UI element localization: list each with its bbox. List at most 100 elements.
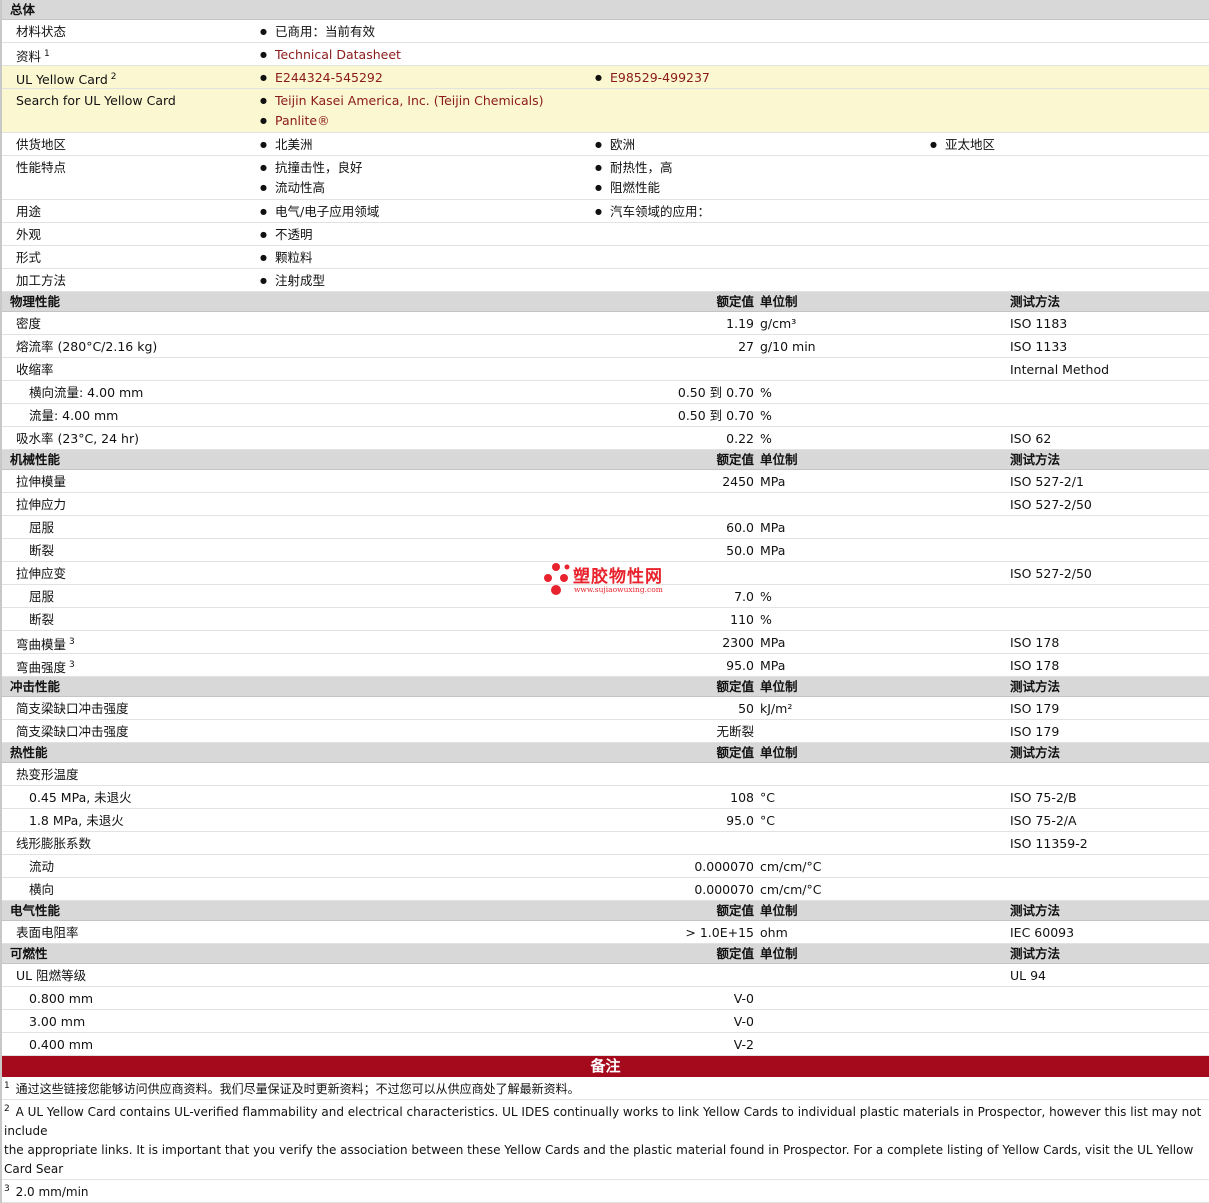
value-col-header: 额定值 <box>716 679 754 694</box>
property-label: 横向流量: 4.00 mm <box>29 385 144 400</box>
property-row: 简支梁缺口冲击强度 50 kJ/m² ISO 179 <box>2 697 1209 720</box>
section-title: 热性能 <box>10 745 48 760</box>
property-label: 收缩率 <box>16 362 54 377</box>
property-row: 0.400 mm V-2 <box>2 1033 1209 1056</box>
property-label: 流动 <box>29 859 55 874</box>
property-label: 1.8 MPa, 未退火 <box>29 813 124 828</box>
property-unit: cm/cm/°C <box>760 859 822 874</box>
technical-datasheet-link[interactable]: Technical Datasheet <box>275 47 401 62</box>
property-label: 线形膨胀系数 <box>16 836 92 851</box>
row-label: 供货地区 <box>16 137 67 152</box>
row-label: 性能特点 <box>16 160 67 175</box>
logo-dots-icon <box>544 563 570 595</box>
method-col-header: 测试方法 <box>1010 903 1061 918</box>
property-unit: % <box>760 385 772 400</box>
property-value: 95.0 <box>726 813 754 828</box>
row-form: 形式 颗粒料 <box>2 246 1209 269</box>
property-unit: ohm <box>760 925 788 940</box>
note-1: 1 通过这些链接您能够访问供应商资料。我们尽量保证及时更新资料；不过您可以从供应… <box>2 1077 1209 1100</box>
property-row: 熔流率 (280°C/2.16 kg) 27 g/10 min ISO 1133 <box>2 335 1209 358</box>
brand-link[interactable]: Panlite® <box>275 113 330 128</box>
property-value: > 1.0E+15 <box>685 925 754 940</box>
property-label: 熔流率 (280°C/2.16 kg) <box>16 339 158 354</box>
method-col-header: 测试方法 <box>1010 294 1061 309</box>
row-processing: 加工方法 注射成型 <box>2 269 1209 292</box>
method-col-header: 测试方法 <box>1010 946 1061 961</box>
unit-col-header: 单位制 <box>760 745 798 760</box>
property-unit: g/cm³ <box>760 316 797 331</box>
property-unit: °C <box>760 813 775 828</box>
unit-col-header: 单位制 <box>760 903 798 918</box>
property-value: 0.000070 <box>694 859 754 874</box>
row-label: 形式 <box>16 250 42 265</box>
method-col-header: 测试方法 <box>1010 745 1061 760</box>
test-method: ISO 527-2/1 <box>1010 474 1084 489</box>
watermark-logo: 塑胶物性网 www.sujiaowuxing.com <box>543 562 683 598</box>
property-label: UL 阻燃等级 <box>16 968 87 983</box>
property-row: 收缩率 Internal Method <box>2 358 1209 381</box>
row-value: 汽车领域的应用： <box>595 200 710 223</box>
row-label: 加工方法 <box>16 273 67 288</box>
row-label: Search for UL Yellow Card <box>16 93 176 108</box>
method-col-header: 测试方法 <box>1010 452 1061 467</box>
ul-card-link-2[interactable]: E98529-499237 <box>610 70 710 85</box>
property-row: UL 阻燃等级 UL 94 <box>2 964 1209 987</box>
property-unit: cm/cm/°C <box>760 882 822 897</box>
row-label: 外观 <box>16 227 42 242</box>
section-thermal-header: 热性能 额定值 单位制 测试方法 <box>2 743 1209 763</box>
notes-header: 备注 <box>2 1056 1209 1077</box>
row-value: E98529-499237 <box>595 66 710 89</box>
property-row: 横向 0.000070 cm/cm/°C <box>2 878 1209 901</box>
property-unit: MPa <box>760 474 786 489</box>
row-search-ul: Search for UL Yellow Card Teijin Kasei A… <box>2 89 1209 133</box>
property-unit: °C <box>760 790 775 805</box>
property-row: 吸水率 (23°C, 24 hr) 0.22% ISO 62 <box>2 427 1209 450</box>
property-label: 横向 <box>29 882 55 897</box>
property-row: 线形膨胀系数 ISO 11359-2 <box>2 832 1209 855</box>
section-electrical-header: 电气性能 额定值 单位制 测试方法 <box>2 901 1209 921</box>
unit-col-header: 单位制 <box>760 946 798 961</box>
row-value: Teijin Kasei America, Inc. (Teijin Chemi… <box>260 91 544 131</box>
supplier-link[interactable]: Teijin Kasei America, Inc. (Teijin Chemi… <box>275 93 544 108</box>
ul-card-link-1[interactable]: E244324-545292 <box>275 70 383 85</box>
row-datasheet: 资料1 Technical Datasheet <box>2 43 1209 66</box>
property-unit: MPa <box>760 543 786 558</box>
section-general-header: 总体 <box>2 0 1209 20</box>
property-unit: % <box>760 431 772 446</box>
property-value: 0.22 <box>726 431 754 446</box>
row-value: 耐热性，高阻燃性能 <box>595 158 673 198</box>
property-sections: 物理性能 额定值 单位制 测试方法 密度 1.19 g/cm³ ISO 1183 熔流率 (28… <box>2 292 1209 1056</box>
property-row: 拉伸模量 2450 MPa ISO 527-2/1 <box>2 470 1209 493</box>
test-method: ISO 62 <box>1010 431 1052 446</box>
property-value: 60.0 <box>726 520 754 535</box>
property-row: 0.45 MPa, 未退火 108 °C ISO 75-2/B <box>2 786 1209 809</box>
property-row: 密度 1.19 g/cm³ ISO 1183 <box>2 312 1209 335</box>
row-value: 亚太地区 <box>930 133 995 156</box>
property-row: 弯曲强度 3 95.0 MPa ISO 178 <box>2 654 1209 677</box>
section-title: 机械性能 <box>10 452 61 467</box>
property-label: 弯曲强度 3 <box>16 660 75 675</box>
property-row: 3.00 mm V-0 <box>2 1010 1209 1033</box>
property-label: 吸水率 (23°C, 24 hr) <box>16 431 139 446</box>
property-unit: % <box>760 589 772 604</box>
property-unit: MPa <box>760 520 786 535</box>
property-label: 屈服 <box>29 589 55 604</box>
row-label: 资料 1 <box>16 49 50 64</box>
property-value: 108 <box>730 790 754 805</box>
test-method: IEC 60093 <box>1010 925 1075 940</box>
row-material-status: 材料状态 已商用：当前有效 <box>2 20 1209 43</box>
section-title: 电气性能 <box>10 903 61 918</box>
property-value: 0.50 到 0.70 <box>677 408 754 423</box>
property-row: 0.800 mm V-0 <box>2 987 1209 1010</box>
property-value: 0.50 到 0.70 <box>677 385 754 400</box>
row-value: 注射成型 <box>260 269 325 292</box>
property-value: 2450 <box>722 474 754 489</box>
note-2: 2 A UL Yellow Card contains UL-verified … <box>2 1100 1209 1180</box>
test-method: ISO 75-2/A <box>1010 813 1077 828</box>
property-row: 热变形温度 <box>2 763 1209 786</box>
section-title: 总体 <box>10 2 36 17</box>
test-method: ISO 179 <box>1010 701 1060 716</box>
property-unit: % <box>760 612 772 627</box>
property-value: 无断裂 <box>716 724 754 739</box>
row-ul-yellow-card: UL Yellow Card2 E244324-545292 E98529-49… <box>2 66 1209 89</box>
